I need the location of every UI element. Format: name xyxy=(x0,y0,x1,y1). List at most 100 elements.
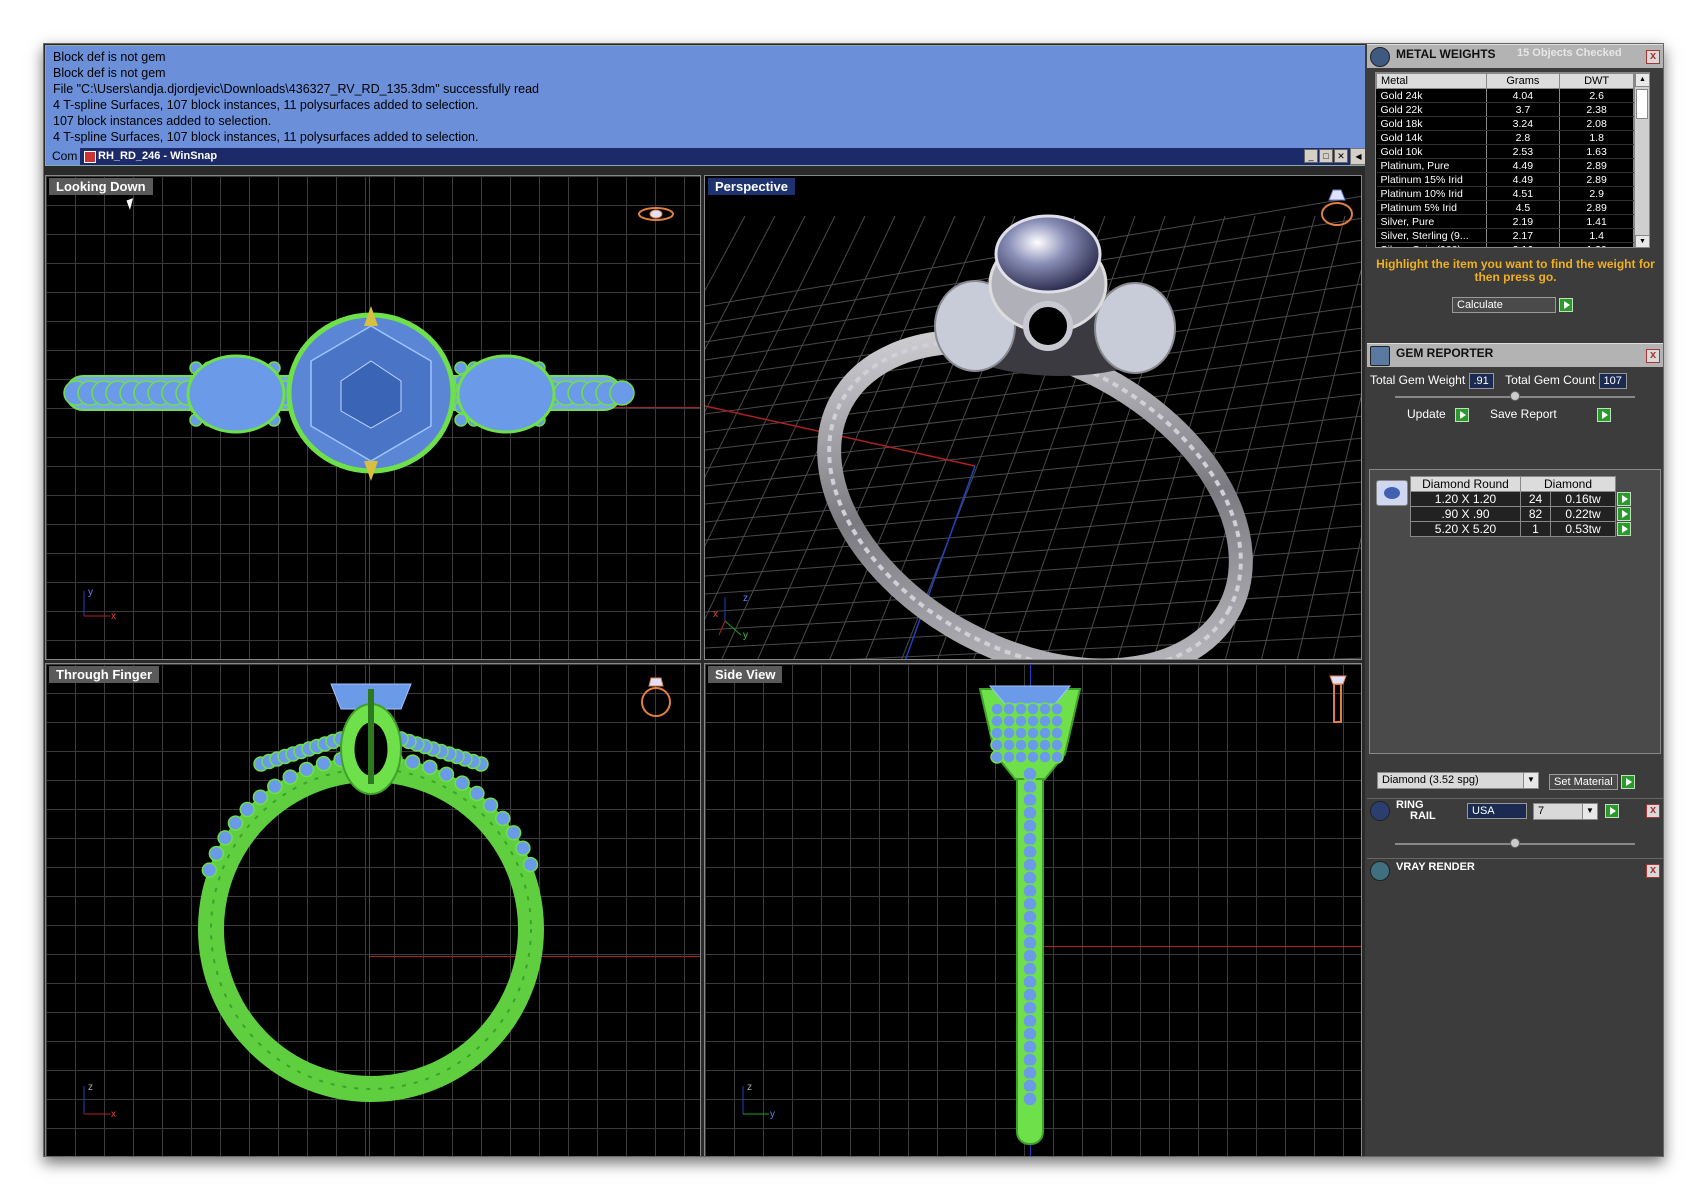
viewport-through-finger[interactable]: Through Finger z x xyxy=(45,663,701,1156)
ring-render xyxy=(705,195,1361,659)
command-line: 4 T-spline Surfaces, 107 block instances… xyxy=(53,98,479,112)
ring-rail-header[interactable]: RING RAIL USA 7 ▼ x xyxy=(1367,798,1663,824)
viewport-perspective[interactable]: Perspective z y x xyxy=(704,175,1362,660)
table-cell: Platinum 10% Irid xyxy=(1376,186,1487,201)
calculate-button[interactable]: Calculate xyxy=(1452,296,1556,313)
chevron-down-icon[interactable]: ▼ xyxy=(1582,804,1597,819)
ring-size-select[interactable]: 7 ▼ xyxy=(1533,803,1598,820)
scroll-thumb[interactable] xyxy=(1636,89,1648,119)
close-icon[interactable]: x xyxy=(1646,804,1660,818)
gem-reporter-header[interactable]: GEM REPORTER x xyxy=(1367,343,1663,367)
metal-weights-table[interactable]: Metal Grams DWT Gold 24k 4.04 2.6 Gold 22k 3… xyxy=(1375,72,1650,248)
panel-title: VRAY RENDER xyxy=(1396,861,1475,873)
table-row[interactable]: Platinum 15% Irid 4.49 2.89 xyxy=(1376,172,1634,187)
axis-triad-icon: y x xyxy=(83,587,116,622)
ring-front-wireframe xyxy=(198,683,544,1102)
material-select[interactable]: Diamond (3.52 spg) ▼ xyxy=(1377,772,1539,789)
table-cell: 1.8 xyxy=(1559,130,1634,145)
set-material-row: Set Material xyxy=(1549,773,1636,790)
chevron-down-icon[interactable]: ▼ xyxy=(1523,773,1538,788)
command-history-panel[interactable]: Block def is not gem Block def is not ge… xyxy=(45,45,1383,166)
go-icon[interactable] xyxy=(1616,507,1631,522)
close-icon[interactable]: x xyxy=(1646,349,1660,363)
scroll-down-icon[interactable]: ▼ xyxy=(1635,235,1649,247)
go-icon[interactable] xyxy=(1605,804,1619,818)
table-cell: Gold 24k xyxy=(1376,88,1487,103)
ring-perspective-orientation-icon[interactable] xyxy=(1317,188,1359,230)
command-prompt-bar: Com RH_RD_246 - WinSnap _ □ ✕ ◀ ▶ xyxy=(46,148,1382,165)
ring-size-standard[interactable]: USA xyxy=(1467,803,1527,819)
viewport-label[interactable]: Through Finger xyxy=(49,666,160,683)
gem-reporter-resize-handle[interactable] xyxy=(1395,391,1635,401)
table-row[interactable]: Gold 18k 3.24 2.08 xyxy=(1376,116,1634,131)
rhino-main-window: Block def is not gem Block def is not ge… xyxy=(43,43,1664,1157)
gem-row[interactable]: .90 X .90 82 0.22tw xyxy=(1410,506,1632,522)
total-gem-count-value: 107 xyxy=(1598,372,1627,389)
vray-render-header[interactable]: VRAY RENDER x xyxy=(1367,858,1663,884)
ring-front-orientation-icon[interactable] xyxy=(636,672,676,720)
gem-list[interactable]: Diamond Round Diamond 1.20 X 1.20 24 0.16t… xyxy=(1369,469,1661,754)
table-cell: Silver, Coin (900) xyxy=(1376,242,1487,247)
table-cell: 4.51 xyxy=(1486,186,1561,201)
go-icon[interactable] xyxy=(1559,297,1574,312)
gem-totals-row: Total Gem Weight .91 Total Gem Count 107 xyxy=(1370,372,1627,389)
viewport-label[interactable]: Perspective xyxy=(708,178,795,195)
table-cell: Platinum 5% Irid xyxy=(1376,200,1487,215)
save-report-button[interactable]: Save Report xyxy=(1490,406,1594,422)
go-icon[interactable] xyxy=(1616,522,1631,537)
table-cell: 1.63 xyxy=(1559,144,1634,159)
minimize-button[interactable]: _ xyxy=(1304,149,1318,163)
close-icon[interactable]: x xyxy=(1646,864,1660,878)
slider-knob[interactable] xyxy=(1510,838,1520,848)
viewport-label[interactable]: Looking Down xyxy=(49,178,153,195)
table-row[interactable]: Silver, Coin (900)2.161.39 xyxy=(1376,242,1634,247)
go-icon[interactable] xyxy=(1621,774,1636,789)
viewport-label[interactable]: Side View xyxy=(708,666,783,683)
table-cell: 2.19 xyxy=(1486,214,1561,229)
table-row[interactable]: Platinum 10% Irid 4.51 2.9 xyxy=(1376,186,1634,201)
column-header[interactable]: DWT xyxy=(1559,73,1634,89)
gem-row[interactable]: 1.20 X 1.20 24 0.16tw xyxy=(1410,491,1632,507)
table-row[interactable]: Gold 14k 2.8 1.8 xyxy=(1376,130,1634,145)
update-button[interactable]: Update xyxy=(1407,407,1446,421)
table-cell: Platinum, Pure xyxy=(1376,158,1487,173)
maximize-button[interactable]: □ xyxy=(1319,149,1333,163)
set-material-button[interactable]: Set Material xyxy=(1549,773,1618,790)
slider-knob[interactable] xyxy=(1510,391,1520,401)
viewport-side-view[interactable]: Side View z y xyxy=(704,663,1362,1156)
gem-cell: 0.22tw xyxy=(1550,506,1616,522)
go-icon[interactable] xyxy=(1616,492,1631,507)
go-icon[interactable] xyxy=(1597,407,1612,422)
table-row[interactable]: Platinum 5% Irid 4.5 2.89 xyxy=(1376,200,1634,215)
table-row[interactable]: Silver, Pure 2.19 1.41 xyxy=(1376,214,1634,229)
table-cell: 1.4 xyxy=(1559,228,1634,243)
ring-side-orientation-icon[interactable] xyxy=(1325,672,1351,727)
table-row[interactable]: Silver, Sterling (9... 2.17 1.4 xyxy=(1376,228,1634,243)
scroll-up-icon[interactable]: ▲ xyxy=(1635,73,1649,87)
viewport-looking-down[interactable]: Looking Down y x xyxy=(45,175,701,660)
column-header[interactable]: Metal xyxy=(1376,73,1487,89)
table-row[interactable]: Gold 10k 2.53 1.63 xyxy=(1376,144,1634,159)
table-cell: 2.89 xyxy=(1559,158,1634,173)
table-cell: 4.5 xyxy=(1486,200,1561,215)
table-row[interactable]: Platinum, Pure 4.49 2.89 xyxy=(1376,158,1634,173)
table-row[interactable]: Gold 22k 3.7 2.38 xyxy=(1376,102,1634,117)
column-header[interactable]: Grams xyxy=(1485,73,1561,89)
go-icon[interactable] xyxy=(1455,407,1470,422)
close-button[interactable]: ✕ xyxy=(1334,149,1348,163)
command-line: Block def is not gem xyxy=(53,66,166,80)
ring-top-orientation-icon[interactable] xyxy=(636,201,676,227)
calculate-row: Calculate xyxy=(1452,296,1574,313)
command-line: File "C:\Users\andja.djordjevic\Download… xyxy=(53,82,539,96)
metal-weights-scrollbar[interactable]: ▲ ▼ xyxy=(1634,73,1649,247)
plugin-side-panel: METAL WEIGHTS 15 Objects Checked x Metal… xyxy=(1365,44,1663,1156)
table-cell: 2.38 xyxy=(1559,102,1634,117)
table-cell: Platinum 15% Irid xyxy=(1376,172,1487,187)
axis-triad-icon: z y xyxy=(742,1082,775,1120)
command-prompt-label[interactable]: Com xyxy=(46,148,80,165)
close-icon[interactable]: x xyxy=(1646,50,1660,64)
ring-rail-resize-handle[interactable] xyxy=(1395,838,1635,848)
gem-row[interactable]: 5.20 X 5.20 1 0.53tw xyxy=(1410,521,1632,537)
metal-weights-header[interactable]: METAL WEIGHTS 15 Objects Checked x xyxy=(1367,44,1663,68)
table-row[interactable]: Gold 24k 4.04 2.6 xyxy=(1376,88,1634,103)
